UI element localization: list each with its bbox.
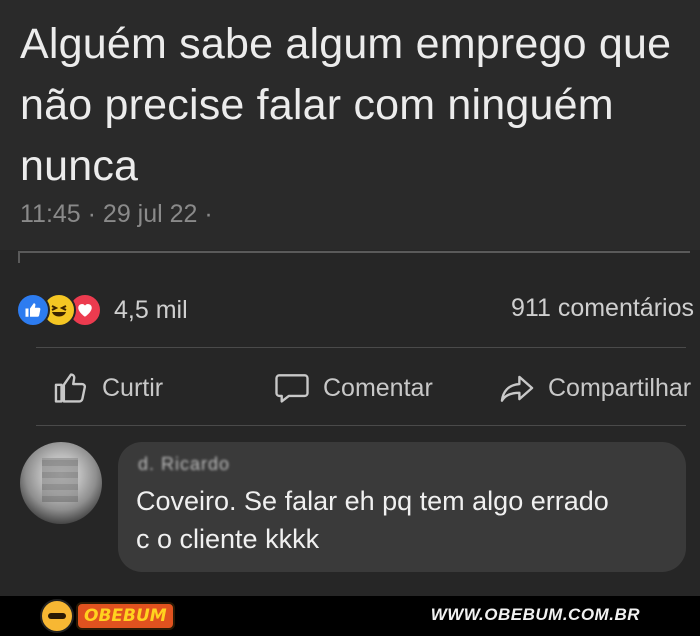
- comment-line: Coveiro. Se falar eh pq tem algo errado: [136, 486, 609, 516]
- share-label: Compartilhar: [548, 373, 692, 402]
- brand-name: OBEBUM: [76, 602, 175, 630]
- comment-line: c o cliente kkkk: [136, 524, 320, 554]
- comment-bubble: d. Ricardo Coveiro. Se falar eh pq tem a…: [118, 442, 686, 572]
- comment-icon: [275, 374, 309, 403]
- comment: d. Ricardo Coveiro. Se falar eh pq tem a…: [0, 438, 700, 588]
- comment-text: Coveiro. Se falar eh pq tem algo errado …: [136, 482, 676, 558]
- tweet-line: Alguém sabe algum emprego que: [20, 20, 672, 68]
- mascot-icon: [40, 599, 74, 633]
- divider: [36, 425, 686, 426]
- post-actions-bar: Curtir Comentar Compartilhar: [0, 360, 700, 416]
- comment-label: Comentar: [323, 373, 433, 402]
- tweet-line: não precise falar com ninguém: [20, 81, 614, 129]
- commenter-name[interactable]: d. Ricardo: [138, 454, 230, 475]
- site-url: WWW.OBEBUM.COM.BR: [430, 605, 640, 624]
- reactions-summary[interactable]: 4,5 mil: [16, 288, 188, 332]
- share-button[interactable]: Compartilhar: [498, 360, 691, 416]
- like-button[interactable]: Curtir: [52, 360, 163, 416]
- like-label: Curtir: [102, 373, 164, 402]
- tweet-timestamp: 11:45 · 29 jul 22 ·: [20, 200, 213, 228]
- brand-logo: OBEBUM: [40, 598, 175, 634]
- divider: [36, 347, 686, 348]
- tweet-line: nunca: [20, 142, 139, 190]
- reactions-count: 4,5 mil: [114, 295, 188, 324]
- tweet-card: Alguém sabe algum emprego que não precis…: [0, 0, 700, 250]
- share-arrow-icon: [500, 375, 534, 402]
- commenter-avatar[interactable]: [20, 442, 102, 524]
- like-icon: [16, 293, 50, 327]
- comment-button[interactable]: Comentar: [273, 360, 433, 416]
- thumbs-up-icon: [54, 373, 87, 403]
- comments-count-link[interactable]: 911 comentários: [511, 294, 694, 323]
- embedded-post-border: [18, 251, 690, 263]
- watermark-footer: OBEBUM WWW.OBEBUM.COM.BR: [0, 596, 700, 636]
- tweet-text: Alguém sabe algum emprego que não precis…: [20, 14, 690, 197]
